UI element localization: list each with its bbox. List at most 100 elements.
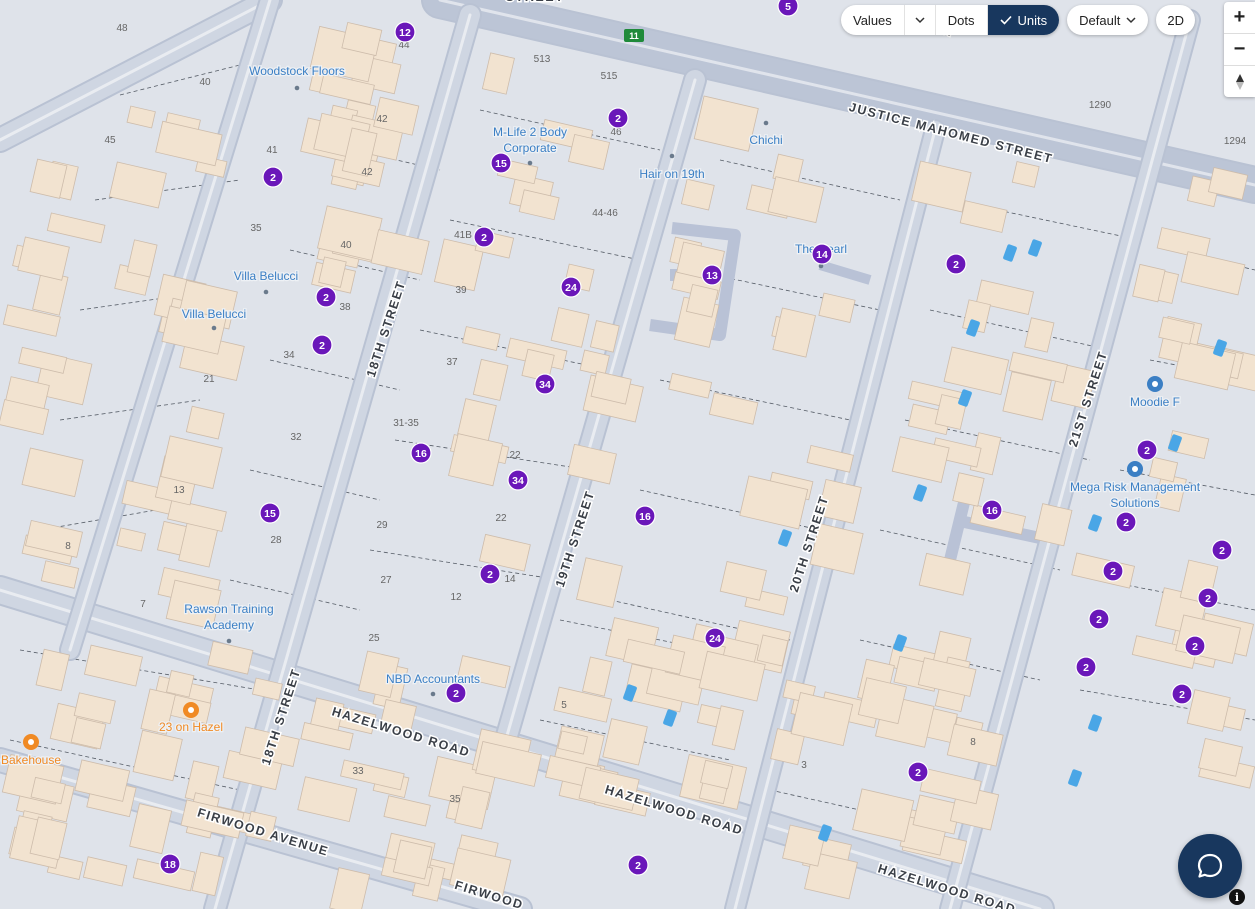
unit-badge[interactable]: 2 xyxy=(1136,439,1158,461)
unit-badge[interactable]: 2 xyxy=(1184,635,1206,657)
unit-badge[interactable]: 12 xyxy=(394,21,416,43)
building xyxy=(132,729,183,782)
poi-icon-dot xyxy=(188,707,194,713)
building xyxy=(392,839,433,880)
unit-badge[interactable]: 2 xyxy=(945,253,967,275)
unit-badge[interactable]: 2 xyxy=(262,166,284,188)
unit-badge[interactable]: 2 xyxy=(479,563,501,585)
default-style-dropdown[interactable]: Default xyxy=(1067,5,1149,35)
house-number: 28 xyxy=(270,535,282,546)
poi-label: Mega Risk Management xyxy=(1070,480,1201,494)
units-label: Units xyxy=(1017,12,1048,28)
unit-badge[interactable]: 2 xyxy=(311,334,333,356)
house-number: 27 xyxy=(380,575,392,586)
unit-badge[interactable]: 2 xyxy=(315,286,337,308)
house-number: 35 xyxy=(250,223,262,234)
info-button[interactable]: i xyxy=(1229,889,1245,905)
house-number: 40 xyxy=(199,77,211,88)
info-icon: i xyxy=(1234,890,1240,904)
chevron-down-icon xyxy=(915,16,925,23)
poi-icon-dot xyxy=(1152,381,1158,387)
poi-dot-icon xyxy=(430,691,436,697)
unit-badge-count: 2 xyxy=(615,113,621,125)
house-number: 21 xyxy=(203,374,215,385)
unit-badge[interactable]: 2 xyxy=(607,107,629,129)
poi-label: 23 on Hazel xyxy=(159,720,223,734)
chevron-down-icon xyxy=(1126,16,1136,23)
poi-dot-icon xyxy=(211,325,217,331)
unit-badge[interactable]: 2 xyxy=(1115,511,1137,533)
2d-label: 2D xyxy=(1167,12,1184,28)
house-number: 7 xyxy=(140,599,146,610)
unit-badge[interactable]: 34 xyxy=(507,469,529,491)
unit-badge[interactable]: 2 xyxy=(627,854,649,876)
unit-badge[interactable]: 2 xyxy=(1088,608,1110,630)
unit-badge[interactable]: 2 xyxy=(1075,656,1097,678)
poi-label: Villa Belucci xyxy=(234,269,298,283)
house-number: 45 xyxy=(104,135,116,146)
house-number: 31-35 xyxy=(393,418,419,429)
unit-badge[interactable]: 2 xyxy=(445,682,467,704)
unit-badge[interactable]: 2 xyxy=(1171,683,1193,705)
unit-badge-count: 24 xyxy=(709,633,721,645)
house-number: 37 xyxy=(446,357,458,368)
house-number: 515 xyxy=(601,71,618,82)
poi-dot-icon xyxy=(226,638,232,644)
poi-dot-icon xyxy=(763,120,769,126)
compass-icon xyxy=(1235,73,1244,90)
house-number: 42 xyxy=(376,114,388,125)
house-number: 41 xyxy=(266,145,278,156)
poi-label: NBD Accountants xyxy=(386,672,480,686)
house-number: 22 xyxy=(509,450,521,461)
poi-label: Hair on 19th xyxy=(639,167,704,181)
unit-badge[interactable]: 24 xyxy=(560,276,582,298)
house-number: 513 xyxy=(534,54,551,65)
unit-badge-count: 2 xyxy=(1083,662,1089,674)
compass-button[interactable] xyxy=(1224,66,1255,97)
route-shield-number: 11 xyxy=(629,31,639,41)
street-label: STREET xyxy=(506,0,565,4)
unit-badge[interactable]: 13 xyxy=(701,264,723,286)
2d-toggle-button[interactable]: 2D xyxy=(1156,5,1195,35)
unit-badge-count: 2 xyxy=(915,767,921,779)
unit-badge[interactable]: 16 xyxy=(410,442,432,464)
house-number: 38 xyxy=(339,302,351,313)
display-mode-segment: Values Dots Units xyxy=(841,5,1060,35)
unit-badge-count: 2 xyxy=(319,340,325,352)
units-button[interactable]: Units xyxy=(986,5,1060,35)
house-number: 35 xyxy=(449,794,461,805)
unit-badge[interactable]: 2 xyxy=(473,226,495,248)
unit-badge[interactable]: 24 xyxy=(704,627,726,649)
unit-badge[interactable]: 16 xyxy=(981,499,1003,521)
unit-badge[interactable]: 18 xyxy=(159,853,181,875)
house-number: 5 xyxy=(561,700,567,711)
unit-badge-count: 12 xyxy=(399,27,411,39)
house-number: 39 xyxy=(455,285,467,296)
unit-badge[interactable]: 2 xyxy=(1197,587,1219,609)
values-dropdown-button[interactable] xyxy=(903,5,935,35)
unit-badge[interactable]: 2 xyxy=(1211,539,1233,561)
poi-marker[interactable]: Academy xyxy=(203,617,256,634)
unit-badge[interactable]: 34 xyxy=(534,373,556,395)
unit-badge[interactable]: 16 xyxy=(634,505,656,527)
unit-badge[interactable]: 14 xyxy=(811,243,833,265)
values-button[interactable]: Values xyxy=(841,5,904,35)
unit-badge[interactable]: 2 xyxy=(907,761,929,783)
house-number: 1294 xyxy=(1224,136,1247,147)
building xyxy=(166,669,195,698)
unit-badge[interactable]: 5 xyxy=(777,0,799,17)
poi-label: Woodstock Floors xyxy=(249,64,345,78)
unit-badge-count: 16 xyxy=(639,511,651,523)
unit-badge[interactable]: 2 xyxy=(1102,560,1124,582)
dots-button[interactable]: Dots xyxy=(934,5,987,35)
zoom-in-button[interactable]: + xyxy=(1224,2,1255,34)
unit-badge[interactable]: 15 xyxy=(490,152,512,174)
zoom-out-button[interactable]: − xyxy=(1224,34,1255,66)
poi-marker[interactable]: Corporate xyxy=(502,140,558,157)
unit-badge-count: 2 xyxy=(635,860,641,872)
map-canvas[interactable]: 481261444042414245354039383437213231-352… xyxy=(0,0,1255,909)
check-icon xyxy=(999,15,1012,25)
poi-marker[interactable]: Solutions xyxy=(1109,495,1161,512)
unit-badge[interactable]: 15 xyxy=(259,502,281,524)
chat-button[interactable] xyxy=(1178,834,1242,898)
